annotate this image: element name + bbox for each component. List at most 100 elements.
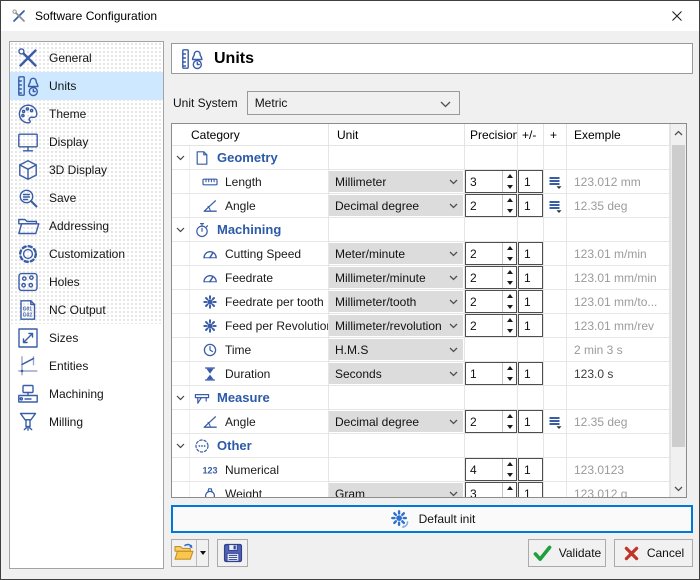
unit-row-angle[interactable]: AngleDecimal degree2112.35 deg bbox=[172, 194, 670, 218]
scroll-up-icon[interactable] bbox=[671, 124, 686, 141]
unit-row-length[interactable]: LengthMillimeter31123.012 mm bbox=[172, 170, 670, 194]
spin-up-icon[interactable] bbox=[503, 195, 516, 206]
column-header-unit[interactable]: Unit bbox=[329, 124, 465, 146]
precision-spinbox[interactable]: 2 bbox=[465, 242, 517, 265]
spin-up-icon[interactable] bbox=[503, 411, 516, 422]
spin-up-icon[interactable] bbox=[503, 291, 516, 302]
unit-combobox[interactable]: Gram bbox=[329, 483, 463, 497]
column-header-tolerance[interactable]: +/- bbox=[518, 124, 544, 146]
unit-combobox[interactable]: Seconds bbox=[329, 363, 463, 384]
group-row-machining[interactable]: Machining bbox=[172, 218, 670, 242]
unit-system-select[interactable]: Metric bbox=[247, 91, 460, 115]
sidebar-item-machining[interactable]: Machining bbox=[10, 380, 163, 408]
spin-down-icon[interactable] bbox=[503, 278, 516, 289]
open-file-button[interactable] bbox=[171, 539, 209, 567]
spin-down-icon[interactable] bbox=[503, 206, 516, 217]
column-header-precision[interactable]: Precision bbox=[465, 124, 518, 146]
collapse-chevron-icon[interactable] bbox=[176, 155, 185, 161]
unit-row-weight[interactable]: WeightGram31123.012 g bbox=[172, 482, 670, 497]
default-init-button[interactable]: Default init bbox=[171, 505, 693, 533]
format-menu-icon[interactable] bbox=[547, 198, 563, 214]
sidebar-item-addressing[interactable]: Addressing bbox=[10, 212, 163, 240]
tolerance-input[interactable]: 1 bbox=[518, 482, 543, 497]
group-row-measure[interactable]: Measure bbox=[172, 386, 670, 410]
unit-combobox[interactable]: H.M.S bbox=[329, 339, 463, 360]
tolerance-input[interactable]: 1 bbox=[518, 194, 543, 217]
spin-down-icon[interactable] bbox=[503, 470, 516, 481]
spin-up-icon[interactable] bbox=[503, 363, 516, 374]
scrollbar-thumb[interactable] bbox=[672, 145, 685, 447]
unit-row-feed-per-revolution[interactable]: Feed per RevolutionMillimeter/revolution… bbox=[172, 314, 670, 338]
unit-combobox[interactable]: Decimal degree bbox=[329, 411, 463, 432]
tolerance-input[interactable]: 1 bbox=[518, 410, 543, 433]
tolerance-input[interactable]: 1 bbox=[518, 242, 543, 265]
spin-up-icon[interactable] bbox=[503, 483, 516, 494]
precision-spinbox[interactable]: 2 bbox=[465, 194, 517, 217]
spin-down-icon[interactable] bbox=[503, 302, 516, 313]
format-menu-icon[interactable] bbox=[547, 174, 563, 190]
unit-combobox[interactable]: Millimeter/minute bbox=[329, 267, 463, 288]
spin-up-icon[interactable] bbox=[503, 459, 516, 470]
spin-down-icon[interactable] bbox=[503, 254, 516, 265]
spin-up-icon[interactable] bbox=[503, 315, 516, 326]
precision-spinbox[interactable]: 2 bbox=[465, 314, 517, 337]
sidebar-item-holes[interactable]: Holes bbox=[10, 268, 163, 296]
unit-row-numerical[interactable]: 123Numerical41123.0123 bbox=[172, 458, 670, 482]
unit-combobox[interactable]: Millimeter/revolution bbox=[329, 315, 463, 336]
vertical-scrollbar[interactable] bbox=[670, 124, 686, 497]
precision-spinbox[interactable]: 4 bbox=[465, 458, 517, 481]
sidebar-item-units[interactable]: Units bbox=[10, 72, 163, 100]
save-file-button[interactable] bbox=[217, 539, 248, 567]
precision-spinbox[interactable]: 2 bbox=[465, 290, 517, 313]
group-row-other[interactable]: Other bbox=[172, 434, 670, 458]
folder-open-icon[interactable] bbox=[172, 540, 196, 566]
tolerance-input[interactable]: 1 bbox=[518, 314, 543, 337]
sidebar-item-display[interactable]: Display bbox=[10, 128, 163, 156]
sidebar-item-save[interactable]: Save bbox=[10, 184, 163, 212]
sidebar-item-theme[interactable]: Theme bbox=[10, 100, 163, 128]
cancel-button[interactable]: Cancel bbox=[614, 539, 693, 567]
unit-combobox[interactable]: Millimeter bbox=[329, 171, 463, 192]
close-icon[interactable] bbox=[669, 8, 685, 24]
unit-row-time[interactable]: TimeH.M.S2 min 3 s bbox=[172, 338, 670, 362]
unit-row-feedrate[interactable]: FeedrateMillimeter/minute21123.01 mm/min bbox=[172, 266, 670, 290]
precision-spinbox[interactable]: 2 bbox=[465, 266, 517, 289]
precision-spinbox[interactable]: 3 bbox=[465, 170, 517, 193]
scroll-down-icon[interactable] bbox=[671, 480, 686, 497]
sidebar-item-nc-output[interactable]: G01G02NC Output bbox=[10, 296, 163, 324]
collapse-chevron-icon[interactable] bbox=[176, 395, 185, 401]
precision-spinbox[interactable]: 3 bbox=[465, 482, 517, 497]
spin-down-icon[interactable] bbox=[503, 422, 516, 433]
spin-down-icon[interactable] bbox=[503, 326, 516, 337]
spin-up-icon[interactable] bbox=[503, 267, 516, 278]
unit-row-cutting-speed[interactable]: Cutting SpeedMeter/minute21123.01 m/min bbox=[172, 242, 670, 266]
sidebar-item-sizes[interactable]: Sizes bbox=[10, 324, 163, 352]
tolerance-input[interactable]: 1 bbox=[518, 362, 543, 385]
sidebar-item-3d-display[interactable]: 3D Display bbox=[10, 156, 163, 184]
unit-combobox[interactable]: Meter/minute bbox=[329, 243, 463, 264]
sidebar-item-entities[interactable]: Entities bbox=[10, 352, 163, 380]
tolerance-input[interactable]: 1 bbox=[518, 170, 543, 193]
tolerance-input[interactable]: 1 bbox=[518, 290, 543, 313]
spin-down-icon[interactable] bbox=[503, 494, 516, 498]
unit-row-angle[interactable]: AngleDecimal degree2112.35 deg bbox=[172, 410, 670, 434]
spin-up-icon[interactable] bbox=[503, 171, 516, 182]
precision-spinbox[interactable]: 2 bbox=[465, 410, 517, 433]
group-row-geometry[interactable]: Geometry bbox=[172, 146, 670, 170]
sidebar-item-customization[interactable]: Customization bbox=[10, 240, 163, 268]
spin-down-icon[interactable] bbox=[503, 182, 516, 193]
column-header-plus[interactable]: + bbox=[544, 124, 567, 146]
unit-combobox[interactable]: Decimal degree bbox=[329, 195, 463, 216]
sidebar-item-milling[interactable]: Milling bbox=[10, 408, 163, 436]
collapse-chevron-icon[interactable] bbox=[176, 443, 185, 449]
open-dropdown-arrow[interactable] bbox=[196, 540, 208, 566]
collapse-chevron-icon[interactable] bbox=[176, 227, 185, 233]
spin-up-icon[interactable] bbox=[503, 243, 516, 254]
precision-spinbox[interactable]: 1 bbox=[465, 362, 517, 385]
unit-row-feedrate-per-tooth[interactable]: Feedrate per toothMillimeter/tooth21123.… bbox=[172, 290, 670, 314]
sidebar-item-general[interactable]: General bbox=[10, 44, 163, 72]
format-menu-icon[interactable] bbox=[547, 414, 563, 430]
column-header-exemple[interactable]: Exemple bbox=[567, 124, 670, 146]
tolerance-input[interactable]: 1 bbox=[518, 458, 543, 481]
unit-combobox[interactable]: Millimeter/tooth bbox=[329, 291, 463, 312]
